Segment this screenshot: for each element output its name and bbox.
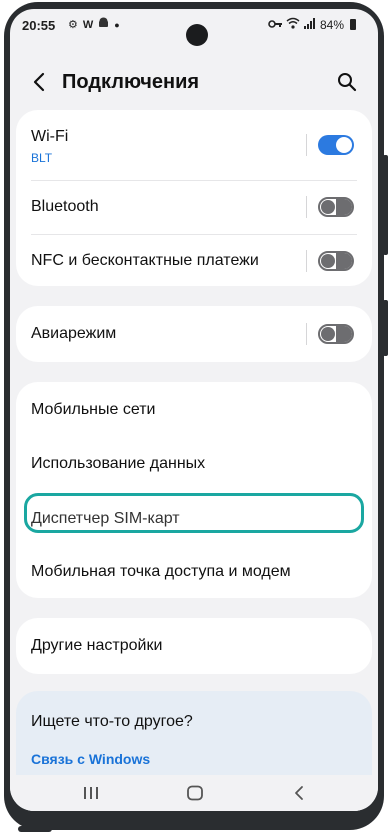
front-camera: [186, 24, 208, 46]
phone-bottom-edge: [18, 826, 52, 832]
bluetooth-toggle[interactable]: [318, 197, 354, 217]
status-left-icons: ⚙ W ●: [68, 17, 120, 33]
search-icon: [338, 73, 357, 92]
app-header: Подключения: [10, 67, 378, 97]
search-button[interactable]: [332, 67, 362, 97]
other-settings-label: Другие настройки: [31, 637, 163, 654]
status-bar: 20:55 ⚙ W ● 84%: [10, 9, 378, 46]
home-button[interactable]: [180, 781, 210, 805]
row-separator: [306, 134, 307, 156]
data-usage-label: Использование данных: [31, 455, 206, 472]
hotspot-row[interactable]: Мобильная точка доступа и модем: [16, 544, 372, 598]
row-separator: [306, 323, 307, 345]
back-button[interactable]: [24, 67, 54, 97]
signal-icon: [303, 17, 316, 32]
hotspot-label: Мобильная точка доступа и модем: [31, 563, 291, 580]
chevron-left-icon: [33, 72, 45, 92]
nfc-toggle[interactable]: [318, 251, 354, 271]
battery-level: 84%: [319, 17, 344, 32]
recent-apps-button[interactable]: [76, 781, 106, 805]
mobile-networks-row[interactable]: Мобильные сети: [16, 382, 372, 436]
connections-card-2: Авиарежим: [16, 306, 372, 362]
row-separator: [306, 250, 307, 272]
volume-button: [383, 155, 388, 255]
wifi-icon: [286, 17, 300, 32]
status-time: 20:55: [22, 18, 56, 33]
link-to-windows-link[interactable]: Связь с Windows: [31, 751, 150, 767]
row-separator: [306, 196, 307, 218]
wifi-toggle[interactable]: [318, 135, 354, 155]
dot-icon: ●: [114, 20, 120, 30]
connections-card-1: Wi-Fi BLT Bluetooth NFC и бесконтактные …: [16, 110, 372, 286]
home-icon: [187, 785, 203, 801]
suggestions-title: Ищете что-то другое?: [31, 713, 193, 730]
navigation-bar: [10, 775, 378, 811]
wifi-row[interactable]: Wi-Fi BLT: [16, 110, 372, 180]
airplane-mode-row[interactable]: Авиарежим: [16, 306, 372, 362]
screen: 20:55 ⚙ W ● 84% Подключения Wi-Fi BLT Bl…: [10, 9, 378, 811]
gear-icon: ⚙: [68, 19, 78, 31]
battery-icon: [350, 19, 356, 30]
sim-manager-row[interactable]: Диспетчер SIM-карт: [16, 490, 372, 544]
bluetooth-row[interactable]: Bluetooth: [16, 180, 372, 234]
mobile-networks-label: Мобильные сети: [31, 401, 156, 418]
sim-manager-label: Диспетчер SIM-карт: [31, 510, 180, 527]
nfc-row[interactable]: NFC и бесконтактные платежи: [16, 234, 372, 286]
bluetooth-label: Bluetooth: [31, 198, 99, 215]
key-icon: [268, 18, 282, 32]
data-usage-row[interactable]: Использование данных: [16, 436, 372, 490]
nfc-label: NFC и бесконтактные платежи: [31, 252, 259, 269]
status-right-icons: 84%: [268, 17, 356, 32]
back-nav-icon: [295, 786, 303, 800]
power-button: [383, 300, 388, 356]
connections-card-4: Другие настройки: [16, 618, 372, 674]
android-icon: [98, 17, 109, 33]
other-settings-row[interactable]: Другие настройки: [16, 618, 372, 674]
page-title: Подключения: [62, 71, 200, 93]
back-nav-button[interactable]: [284, 781, 314, 805]
wifi-network-name: BLT: [31, 151, 53, 165]
w-icon: W: [82, 19, 94, 31]
recent-apps-icon: [84, 787, 98, 799]
wifi-label: Wi-Fi: [31, 128, 69, 145]
airplane-mode-label: Авиарежим: [31, 325, 117, 342]
airplane-mode-toggle[interactable]: [318, 324, 354, 344]
connections-card-3: Мобильные сети Использование данных Дисп…: [16, 382, 372, 598]
